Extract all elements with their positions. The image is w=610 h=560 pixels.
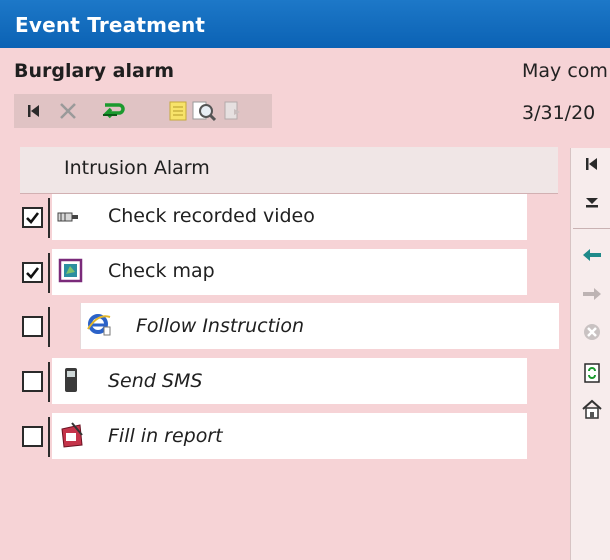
task-label: Fill in report [108, 425, 223, 447]
cancel-icon[interactable] [579, 319, 605, 345]
map-icon [58, 258, 84, 284]
task-checkbox[interactable] [22, 207, 43, 228]
intrusion-alarm-header: Intrusion Alarm [20, 147, 558, 194]
first-icon[interactable] [20, 97, 48, 125]
event-name: Burglary alarm [14, 60, 175, 82]
phone-icon [60, 366, 86, 392]
divider [48, 198, 50, 238]
title-bar: Event Treatment [0, 0, 610, 48]
task-row-check-video[interactable]: Check recorded video [20, 194, 558, 240]
task-row-check-map[interactable]: Check map [20, 249, 558, 295]
window-title: Event Treatment [15, 13, 206, 37]
report-icon [58, 421, 84, 448]
page-icon[interactable] [218, 97, 246, 125]
divider [48, 253, 50, 293]
delete-icon[interactable] [54, 97, 82, 125]
task-label: Follow Instruction [136, 315, 305, 337]
refresh-icon[interactable] [579, 360, 605, 386]
event-toolbar [14, 94, 272, 128]
task-checkbox[interactable] [22, 316, 43, 337]
event-date-truncated: 3/31/20 [522, 102, 596, 124]
task-checkbox[interactable] [22, 426, 43, 447]
panel-title: Intrusion Alarm [64, 157, 210, 179]
divider [48, 417, 50, 457]
event-header: Burglary alarm May com 3/31/20 [0, 48, 610, 140]
divider [48, 307, 50, 347]
first-icon[interactable] [579, 151, 605, 177]
search-icon[interactable] [190, 97, 218, 125]
forward-icon[interactable] [579, 281, 605, 307]
divider [48, 362, 50, 402]
collapse-icon[interactable] [579, 189, 605, 215]
divider [573, 228, 610, 229]
return-icon[interactable] [98, 97, 126, 125]
event-description-truncated: May com [522, 60, 608, 82]
task-row-follow-instruction[interactable]: Follow Instruction [20, 303, 559, 349]
task-row-send-sms[interactable]: Send SMS [20, 358, 558, 404]
back-icon[interactable] [579, 242, 605, 268]
task-checkbox[interactable] [22, 262, 43, 283]
task-row-fill-report[interactable]: Fill in report [20, 413, 558, 459]
internet-icon [86, 311, 112, 337]
side-toolbar [570, 148, 610, 560]
notes-icon[interactable] [164, 97, 192, 125]
home-icon[interactable] [579, 396, 605, 422]
task-label: Check recorded video [108, 205, 315, 227]
task-checkbox[interactable] [22, 371, 43, 392]
video-icon [56, 204, 82, 230]
task-label: Check map [108, 260, 215, 282]
task-label: Send SMS [108, 370, 203, 392]
